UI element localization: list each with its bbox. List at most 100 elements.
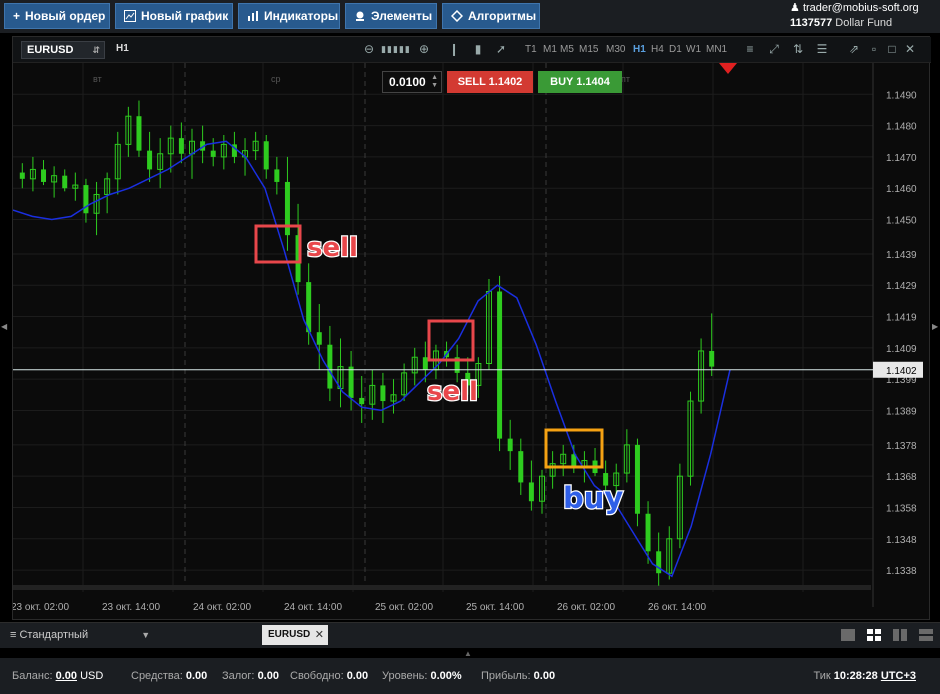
x-tick-label: 26 окт. 14:00 — [648, 602, 706, 613]
layout-columns-icon[interactable] — [892, 628, 908, 642]
y-tick-label: 1.1389 — [886, 406, 917, 417]
x-tick-label: 23 окт. 14:00 — [102, 602, 160, 613]
day-label: ср — [271, 74, 281, 84]
margin-level: Уровень: 0.00% — [382, 670, 462, 682]
chart-tab-bar: ≡ Стандартный ▼ EURUSD ✕ — [0, 622, 940, 648]
y-tick-label: 1.1348 — [886, 535, 917, 546]
day-label: пт — [621, 74, 630, 84]
template-label: Стандартный — [19, 629, 89, 641]
y-tick-label: 1.1409 — [886, 344, 917, 355]
sell-button[interactable]: SELL 1.1402 — [447, 71, 533, 93]
layout-single-icon[interactable] — [840, 628, 856, 642]
algorithms-button[interactable]: Алгоритмы — [442, 3, 540, 29]
candle-body — [327, 344, 333, 389]
server-time: 10:28:28 — [833, 670, 878, 682]
candle-body — [274, 169, 280, 182]
spinner-icon[interactable]: ▲ ▼ — [431, 74, 438, 90]
free-margin: Свободно: 0.00 — [290, 670, 368, 682]
balance-value[interactable]: 0.00 — [56, 670, 77, 682]
chart-icon — [124, 10, 136, 22]
y-tick-label: 1.1358 — [886, 503, 917, 514]
new-chart-button[interactable]: Новый график — [115, 3, 233, 29]
current-price-label: 1.1402 — [886, 366, 917, 377]
horizontal-scrollbar[interactable] — [13, 585, 871, 590]
y-tick-label: 1.1460 — [886, 184, 917, 195]
funds-label: Средства: — [131, 670, 183, 682]
price-chart[interactable]: 1.1490 1.1480 1.1470 1.1460 1.1450 1.1439 1.14… — [13, 37, 931, 621]
y-tick-label: 1.1480 — [886, 122, 917, 133]
right-panel-arrow-icon[interactable]: ▶ — [932, 322, 938, 331]
annotation-label: sell — [427, 377, 478, 407]
funds-value: 0.00 — [185, 670, 208, 682]
margin-value: 0.00 — [257, 670, 279, 682]
candle-body — [306, 282, 312, 333]
candle-body — [709, 350, 715, 367]
plus-icon: + — [13, 9, 21, 23]
algorithms-label: Алгоритмы — [468, 9, 537, 23]
free-value: 0.00 — [346, 670, 369, 682]
free-label: Свободно: — [290, 670, 344, 682]
user-icon: ♟ — [790, 2, 800, 14]
x-tick-label: 25 окт. 14:00 — [466, 602, 524, 613]
annotation-label: buy — [563, 481, 623, 515]
candle-body — [19, 172, 25, 179]
tab-close-icon[interactable]: ✕ — [315, 625, 324, 645]
indicators-button[interactable]: Индикаторы — [238, 3, 340, 29]
candle-body — [136, 116, 142, 151]
lot-size-input[interactable]: 0.0100 ▲ ▼ — [382, 71, 442, 93]
diamond-icon — [450, 9, 464, 23]
lot-size-value: 0.0100 — [389, 75, 426, 89]
top-toolbar: + Новый ордер Новый график Индикаторы Эл… — [0, 0, 940, 34]
tab-eurusd[interactable]: EURUSD ✕ — [262, 625, 328, 645]
collapse-arrow-icon[interactable]: ▲ — [464, 649, 472, 658]
candle-body — [41, 169, 47, 182]
funds: Средства: 0.00 — [131, 670, 207, 682]
x-tick-label: 25 окт. 02:00 — [375, 602, 433, 613]
template-select[interactable]: ≡ Стандартный ▼ — [10, 629, 150, 641]
candle-body — [316, 332, 322, 345]
account-number: 1137577 — [790, 17, 833, 29]
left-panel-arrow-icon[interactable]: ◀ — [1, 322, 7, 331]
buy-button[interactable]: BUY 1.1404 — [538, 71, 622, 93]
account-email: trader@mobius-soft.org — [802, 2, 919, 14]
new-chart-label: Новый график — [141, 9, 229, 23]
candle-body — [518, 451, 524, 483]
y-tick-label: 1.1470 — [886, 153, 917, 164]
status-bar: Баланс: 0.00 USD Средства: 0.00 Залог: 0… — [0, 658, 940, 694]
balance-label: Баланс: — [12, 670, 53, 682]
chart-window: EURUSD ⇵ H1 ⊖ ▮▮▮▮▮ ⊕ ❙ ▮ ➚ ≡ ⤢ ⇅ ☰ ⇗ ▫ … — [12, 36, 931, 621]
indicators-label: Индикаторы — [264, 9, 339, 23]
candle-body — [147, 150, 153, 170]
candle-body — [62, 175, 68, 189]
profit-value: 0.00 — [533, 670, 556, 682]
margin-label: Залог: — [222, 670, 255, 682]
layout-grid-icon[interactable] — [866, 628, 882, 642]
utc-offset[interactable]: UTC+3 — [881, 670, 916, 682]
tick-label: Тик — [813, 670, 831, 682]
elements-button[interactable]: Элементы — [345, 3, 437, 29]
pen-icon — [354, 10, 366, 22]
new-order-label: Новый ордер — [25, 9, 106, 23]
candle-body — [380, 385, 386, 402]
candle-body — [359, 397, 365, 405]
candle-body — [83, 185, 89, 214]
balance-currency: USD — [80, 670, 104, 682]
y-tick-label: 1.1450 — [886, 216, 917, 227]
annotation-label: sell — [307, 233, 358, 263]
y-tick-label: 1.1429 — [886, 281, 917, 292]
server-clock: Тик 10:28:28 UTC+3 — [813, 670, 916, 682]
x-tick-label: 24 окт. 14:00 — [284, 602, 342, 613]
x-tick-label: 24 окт. 02:00 — [193, 602, 251, 613]
candle-body — [507, 438, 513, 452]
balance: Баланс: 0.00 USD — [12, 670, 103, 682]
candle-body — [210, 150, 216, 157]
candle-body — [645, 513, 651, 552]
new-order-button[interactable]: + Новый ордер — [4, 3, 110, 29]
layout-rows-icon[interactable] — [918, 628, 934, 642]
account-info[interactable]: ♟ trader@mobius-soft.org 1137577 Dollar … — [790, 1, 936, 31]
day-label: вт — [93, 74, 102, 84]
x-tick-label: 26 окт. 02:00 — [557, 602, 615, 613]
y-tick-label: 1.1419 — [886, 313, 917, 324]
y-tick-label: 1.1378 — [886, 441, 917, 452]
y-tick-label: 1.1338 — [886, 566, 917, 577]
